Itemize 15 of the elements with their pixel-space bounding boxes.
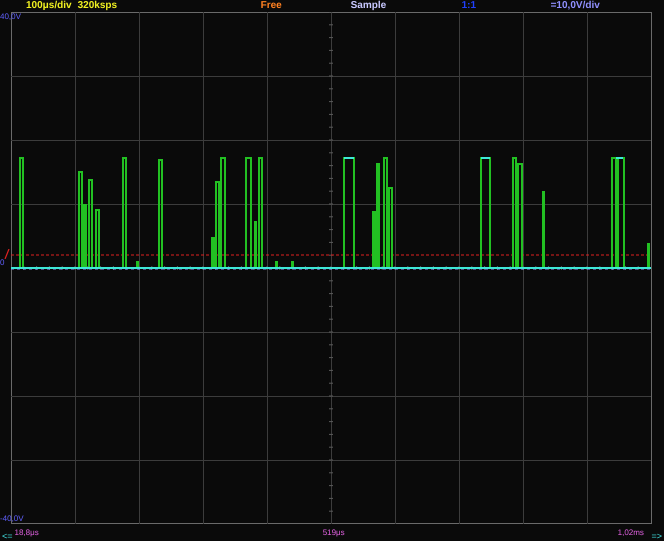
zero-marker-label: 0 <box>0 258 4 267</box>
probe-ratio-label: 1:1 <box>462 0 478 12</box>
vertical-scale-label: =10,0V/div <box>550 0 600 12</box>
end-time-label: 1,02ms <box>618 528 644 537</box>
vertical-min-label: -40,0V <box>0 514 24 523</box>
trigger-marker-icon <box>4 249 10 259</box>
acquisition-mode-label: Sample <box>350 0 388 12</box>
timebase-label: 100μs/div <box>26 0 72 12</box>
start-time-label: 18,8μs <box>14 528 39 537</box>
sample-rate-label: 320ksps <box>78 0 118 12</box>
center-time-label: 519μs <box>322 528 345 537</box>
scroll-right-button[interactable]: => <box>651 530 662 540</box>
scroll-left-button[interactable]: <= <box>2 530 13 540</box>
trigger-mode-label: Free <box>260 0 283 12</box>
vertical-max-label: 40,0V <box>0 12 21 21</box>
